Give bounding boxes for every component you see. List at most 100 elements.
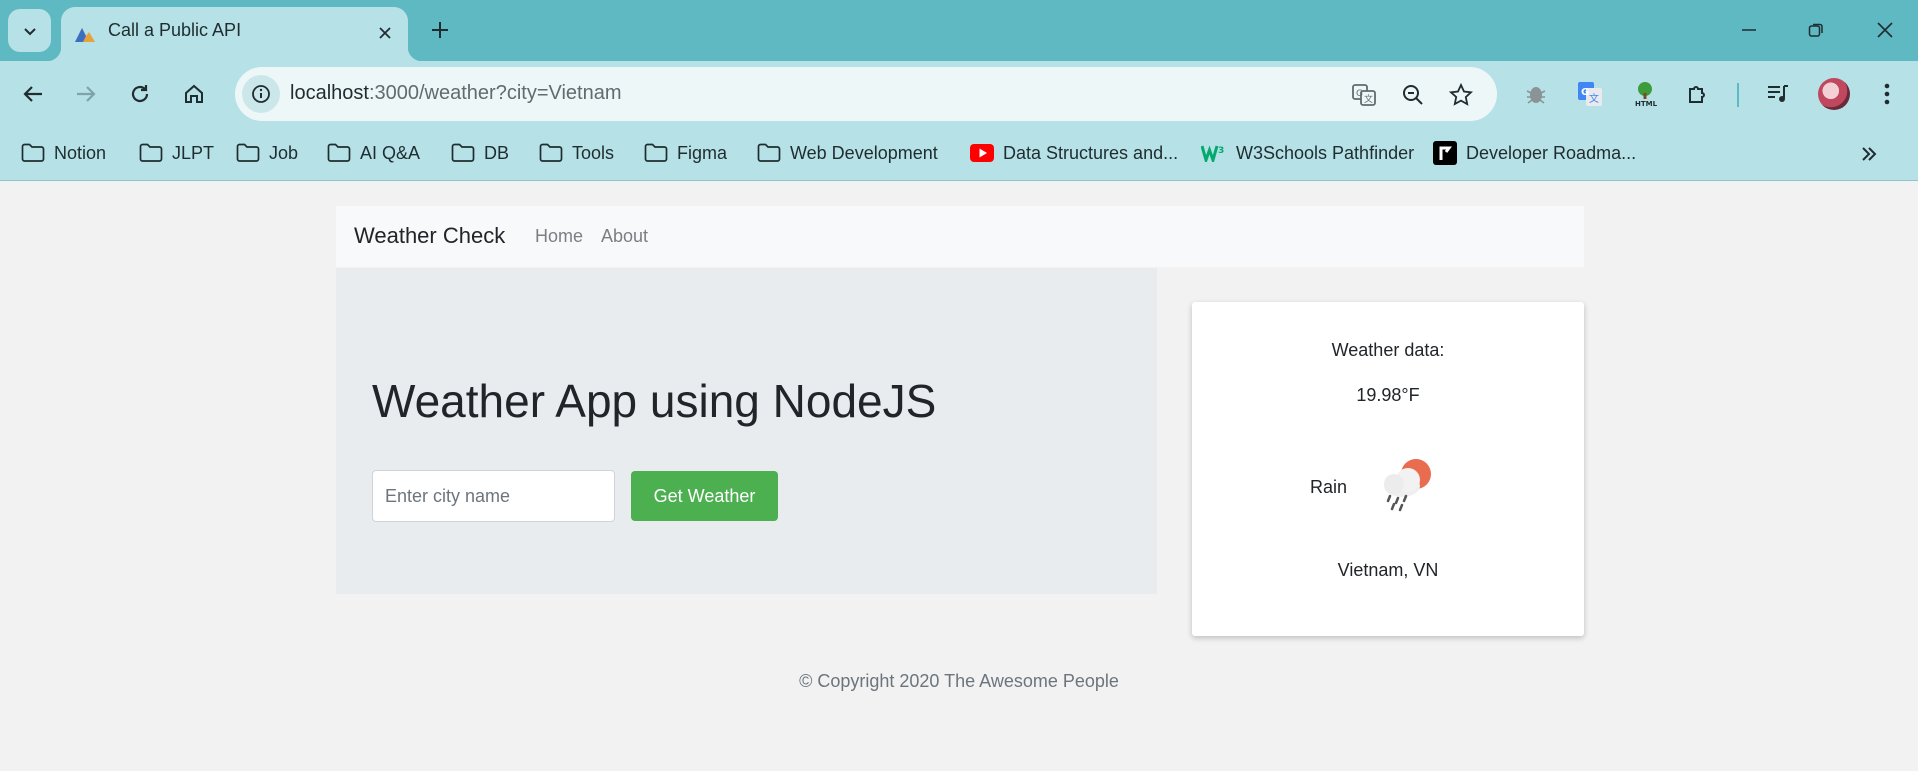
site-navbar: Weather Check Home About — [336, 206, 1584, 267]
svg-text:G: G — [1581, 87, 1589, 98]
location-text: Vietnam, VN — [1337, 560, 1439, 580]
reload-icon — [131, 85, 149, 103]
bookmark-star-button[interactable] — [1446, 80, 1476, 110]
nav-about-link[interactable]: About — [601, 226, 648, 247]
close-icon — [1877, 22, 1893, 38]
more-vertical-icon — [1884, 83, 1890, 105]
close-icon — [379, 27, 391, 39]
folder-icon — [327, 143, 351, 162]
copyright-footer: © Copyright 2020 The Awesome People — [799, 671, 1119, 691]
browser-chrome: Call a Public API localhost:3000/weather… — [0, 0, 1918, 181]
arrow-left-icon — [23, 86, 42, 102]
bookmark-label: Web Development — [790, 142, 938, 163]
bookmark-item[interactable]: Figma — [644, 139, 727, 167]
svg-text:HTML: HTML — [1635, 100, 1658, 107]
restore-icon — [1808, 23, 1823, 37]
roadmap-icon — [1433, 141, 1457, 165]
bookmark-item[interactable]: Notion — [21, 139, 106, 167]
folder-icon — [451, 143, 475, 162]
bookmark-label: JLPT — [172, 142, 215, 163]
tab-search-button[interactable] — [8, 9, 51, 52]
chevron-double-right-icon — [1862, 147, 1877, 161]
w3schools-icon: 3 — [1201, 145, 1224, 162]
minimize-icon — [1742, 29, 1756, 31]
bookmark-label: DB — [484, 142, 510, 163]
bookmark-item[interactable]: Web Development — [757, 139, 938, 167]
folder-icon — [539, 143, 563, 162]
tab-close-button[interactable] — [371, 19, 399, 47]
forward-button[interactable] — [68, 76, 104, 112]
reload-button[interactable] — [122, 76, 158, 112]
bookmark-item[interactable]: JLPT — [139, 139, 214, 167]
bookmark-item[interactable]: Developer Roadma... — [1433, 139, 1636, 167]
rain-cloud-sun-icon — [1384, 459, 1431, 512]
chevron-down-icon — [23, 27, 36, 35]
bookmark-item[interactable]: DB — [451, 139, 509, 167]
site-info-button[interactable] — [242, 75, 280, 113]
translate-button[interactable]: G文 — [1349, 80, 1379, 110]
svg-text:G: G — [1356, 89, 1363, 99]
zoom-button[interactable] — [1398, 80, 1428, 110]
folder-icon — [139, 143, 163, 162]
web-page: Weather Check Home About Weather App usi… — [0, 182, 1918, 771]
close-window-button[interactable] — [1863, 12, 1907, 48]
google-translate-icon: G文 — [1578, 82, 1602, 106]
bookmark-item[interactable]: 3 W3Schools Pathfinder — [1201, 139, 1414, 167]
folder-icon — [21, 143, 45, 162]
minimize-button[interactable] — [1727, 12, 1771, 48]
bug-icon — [1526, 87, 1546, 104]
url-path: :3000/weather?city=Vietnam — [368, 82, 622, 104]
tab-active[interactable]: Call a Public API — [47, 7, 422, 61]
bookmark-label: Data Structures and... — [1003, 142, 1179, 163]
translate-icon: G文 — [1352, 84, 1376, 106]
bookmark-label: Tools — [572, 142, 615, 163]
app-favicon-icon — [75, 28, 95, 42]
address-bar[interactable]: localhost:3000/weather?city=Vietnam G文 — [235, 67, 1497, 121]
toolbar-separator — [1737, 83, 1739, 107]
tab-strip: Call a Public API — [0, 0, 1918, 61]
weather-heading: Weather data: — [1331, 340, 1445, 360]
bookmark-item[interactable]: Data Structures and... — [970, 139, 1178, 167]
nav-home-link[interactable]: Home — [535, 226, 583, 247]
bookmark-item[interactable]: Job — [236, 139, 298, 167]
extension-translate-button[interactable]: G文 — [1574, 78, 1606, 110]
url-text[interactable]: localhost:3000/weather?city=Vietnam — [290, 82, 622, 105]
folder-icon — [236, 143, 260, 162]
extension-html-tree-button[interactable]: HTML — [1629, 78, 1661, 110]
get-weather-button[interactable]: Get Weather — [631, 471, 778, 521]
extension-bug-button[interactable] — [1520, 78, 1552, 110]
home-icon — [185, 84, 203, 103]
bookmarks-bar: Notion JLPT Job AI Q&A DB Tools Figma We… — [0, 127, 1918, 181]
profile-avatar[interactable] — [1818, 78, 1850, 110]
info-icon — [252, 85, 270, 103]
bookmark-item[interactable]: Tools — [539, 139, 614, 167]
back-button[interactable] — [15, 76, 51, 112]
url-host: localhost — [290, 82, 369, 104]
more-bookmarks-button[interactable] — [1854, 139, 1884, 169]
new-tab-button[interactable] — [424, 14, 456, 46]
puzzle-icon — [1689, 86, 1705, 103]
bookmark-label: W3Schools Pathfinder — [1236, 142, 1415, 163]
media-control-button[interactable] — [1762, 78, 1794, 110]
folder-icon — [757, 143, 781, 162]
folder-icon — [644, 143, 668, 162]
zoom-out-icon — [1403, 85, 1423, 105]
bookmark-item[interactable]: AI Q&A — [327, 139, 420, 167]
queue-music-icon — [1768, 85, 1788, 102]
browser-menu-button[interactable] — [1871, 78, 1903, 110]
tab-title: Call a Public API — [108, 20, 242, 40]
youtube-icon — [970, 144, 994, 162]
svg-text:3: 3 — [1218, 146, 1224, 156]
condition-text: Rain — [1310, 477, 1348, 497]
bookmark-label: Notion — [54, 142, 107, 163]
condition-row: Rain — [1192, 454, 1584, 524]
brand-link[interactable]: Weather Check — [354, 223, 505, 249]
bookmark-label: Developer Roadma... — [1466, 142, 1637, 163]
home-button[interactable] — [176, 76, 212, 112]
svg-text:文: 文 — [1364, 93, 1373, 105]
city-name-input[interactable] — [372, 470, 615, 522]
hero-section: Weather App using NodeJS Get Weather — [336, 268, 1157, 594]
restore-button[interactable] — [1794, 12, 1838, 48]
extensions-button[interactable] — [1682, 78, 1714, 110]
star-icon — [1449, 83, 1473, 106]
